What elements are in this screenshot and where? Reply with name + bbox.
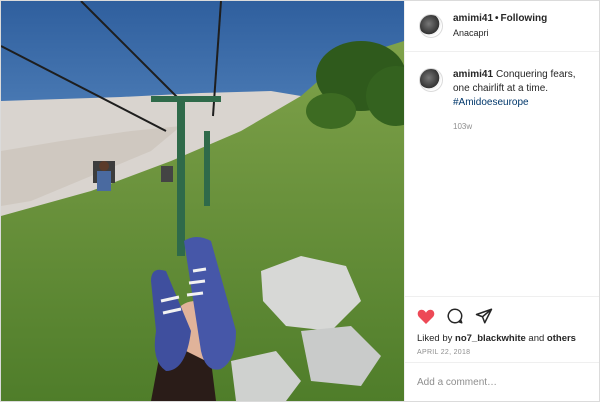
comment-icon[interactable] — [446, 307, 464, 325]
username-link[interactable]: amimi41 — [453, 13, 493, 24]
likes-summary: Liked by no7_blackwhite and others — [417, 333, 587, 344]
actions-area: Liked by no7_blackwhite and others APRIL… — [405, 296, 599, 362]
likes-and: and — [528, 333, 545, 344]
post-header: amimi41 • Following Anacapri — [405, 1, 599, 52]
post-sidebar: amimi41 • Following Anacapri amimi41 Conque… — [404, 1, 599, 401]
caption-username-link[interactable]: amimi41 — [453, 69, 493, 80]
separator-dot: • — [495, 13, 499, 24]
caption: amimi41 Conquering fears, one chairlift a… — [419, 68, 585, 134]
comment-input[interactable]: Add a comment… — [405, 362, 599, 401]
liked-by-user-link[interactable]: no7_blackwhite — [455, 333, 526, 344]
instagram-post: amimi41 • Following Anacapri amimi41 Conque… — [0, 0, 600, 402]
chairlift-photo — [1, 1, 404, 401]
post-header-text: amimi41 • Following Anacapri — [453, 12, 547, 40]
caption-avatar[interactable] — [419, 68, 443, 92]
likes-others-link[interactable]: others — [547, 333, 576, 344]
action-icons — [417, 305, 587, 327]
following-button[interactable]: Following — [501, 13, 548, 24]
hashtag-link[interactable]: #Amidoeseurope — [453, 97, 529, 108]
avatar[interactable] — [419, 14, 443, 38]
post-photo[interactable] — [1, 1, 404, 401]
location-link[interactable]: Anacapri — [453, 26, 547, 40]
header-user-line: amimi41 • Following — [453, 12, 547, 26]
heart-icon[interactable] — [417, 308, 435, 325]
comments-area: amimi41 Conquering fears, one chairlift a… — [405, 52, 599, 296]
caption-time-ago: 103w — [453, 122, 473, 131]
likes-prefix: Liked by — [417, 333, 453, 344]
caption-body: amimi41 Conquering fears, one chairlift a… — [453, 68, 585, 134]
share-icon[interactable] — [475, 307, 493, 325]
post-date: APRIL 22, 2018 — [417, 349, 471, 356]
